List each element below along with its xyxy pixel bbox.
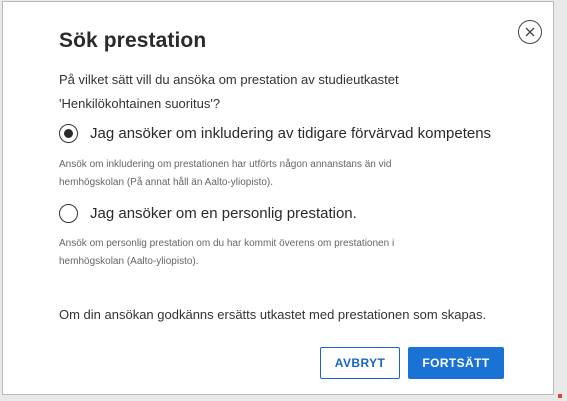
option-personal-achievement-help: Ansök om personlig prestation om du har … (59, 235, 479, 271)
replacement-note: Om din ansökan godkänns ersätts utkastet… (59, 307, 487, 322)
option-personal-achievement-label: Jag ansöker om en personlig prestation. (90, 205, 357, 222)
help-line-1: Ansök om personlig prestation om du har … (59, 238, 395, 249)
apply-dialog: Sök prestation På vilket sätt vill du an… (2, 1, 554, 395)
question-line-1: På vilket sätt vill du ansöka om prestat… (59, 72, 399, 87)
radio-selected-dot (64, 129, 73, 138)
option-prior-competence[interactable]: Jag ansöker om inkludering av tidigare f… (59, 124, 491, 143)
option-personal-achievement[interactable]: Jag ansöker om en personlig prestation. (59, 204, 357, 223)
dialog-title: Sök prestation (59, 29, 207, 52)
help-line-2: hemhögskolan (Aalto-yliopisto). (59, 256, 199, 267)
radio-prior-competence[interactable] (59, 124, 78, 143)
close-circle-icon (525, 27, 535, 37)
question-line-2: 'Henkilökohtainen suoritus'? (59, 96, 221, 111)
option-prior-competence-help: Ansök om inkludering om prestationen har… (59, 156, 479, 192)
help-line-1: Ansök om inkludering om prestationen har… (59, 159, 392, 170)
continue-button[interactable]: FORTSÄTT (408, 347, 504, 379)
help-line-2: hemhögskolan (På annat håll än Aalto-yli… (59, 177, 274, 188)
close-button[interactable] (518, 20, 542, 44)
radio-personal-achievement[interactable] (59, 204, 78, 223)
edge-marker (558, 394, 562, 398)
question-text: På vilket sätt vill du ansöka om prestat… (59, 68, 489, 116)
option-prior-competence-label: Jag ansöker om inkludering av tidigare f… (90, 125, 492, 142)
cancel-button[interactable]: AVBRYT (320, 347, 400, 379)
